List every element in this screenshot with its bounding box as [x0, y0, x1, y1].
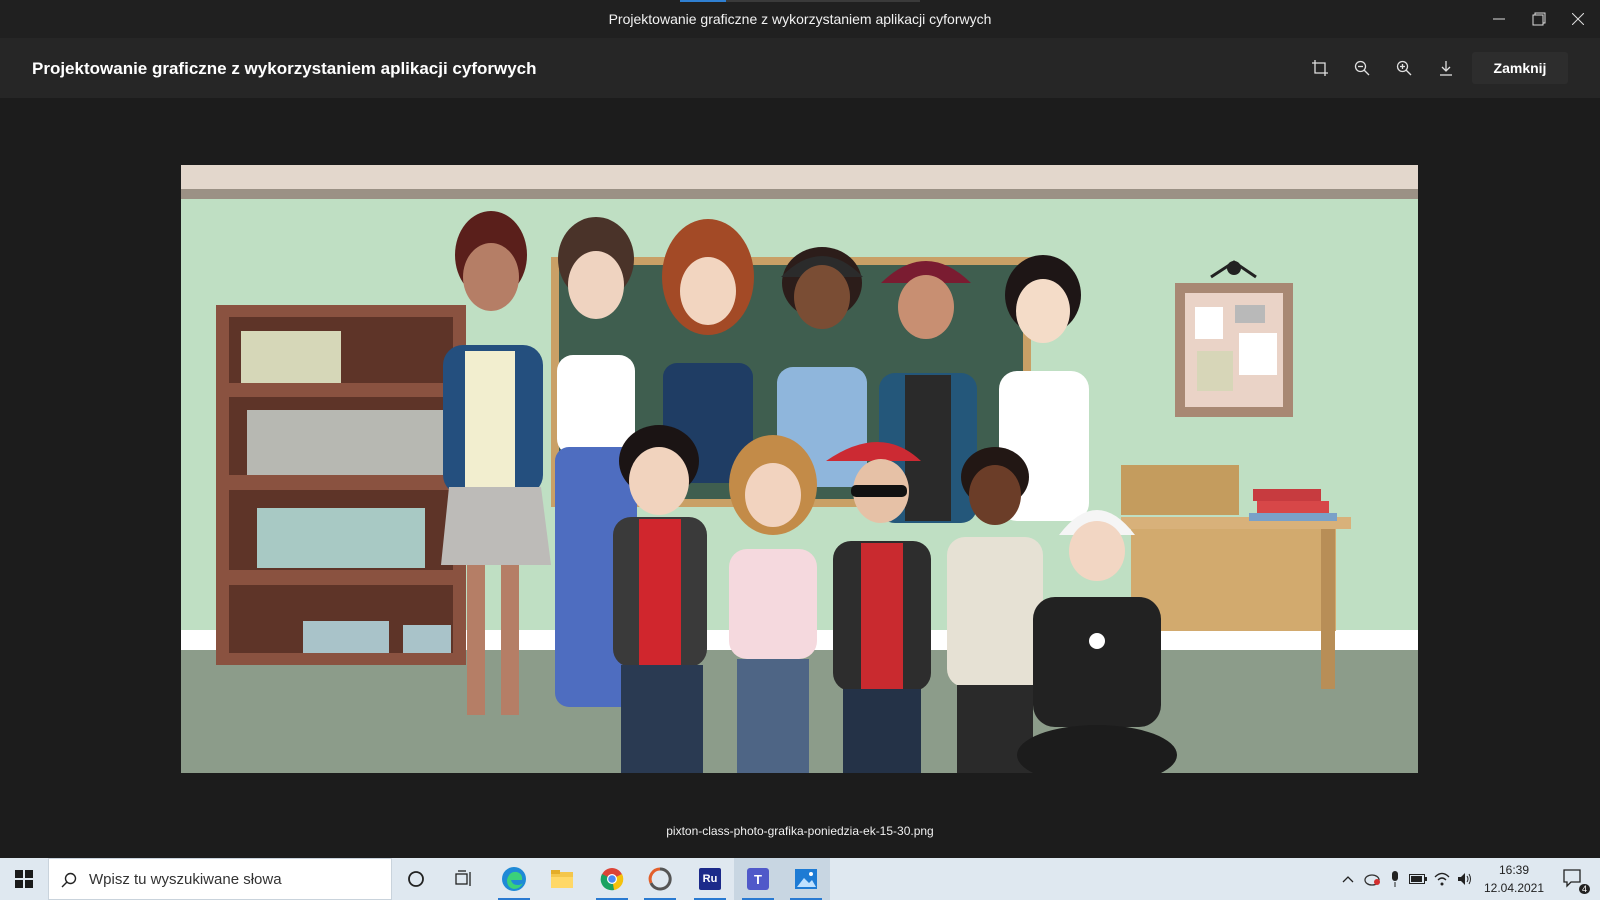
zoom-out-button[interactable] [1348, 54, 1376, 82]
clock-date: 12.04.2021 [1483, 881, 1545, 895]
tray-app-button[interactable] [1360, 858, 1384, 900]
zoom-out-icon [1354, 60, 1370, 76]
speaker-icon [1458, 873, 1471, 885]
volume-button[interactable] [1454, 858, 1476, 900]
taskbar-clock[interactable]: 16:39 12.04.2021 [1476, 861, 1552, 897]
teams-taskbar-button[interactable]: T [734, 858, 782, 900]
titlebar-accent [680, 0, 920, 2]
cloud-icon [1364, 874, 1380, 886]
start-button[interactable] [0, 858, 48, 900]
edge-taskbar-button[interactable] [490, 858, 538, 900]
teams-icon: T [747, 868, 769, 890]
download-icon [1440, 61, 1452, 76]
ru-app-icon: Ru [699, 868, 721, 890]
clock-time: 16:39 [1498, 863, 1530, 877]
app-taskbar-button[interactable] [636, 858, 684, 900]
file-explorer-icon [551, 870, 573, 888]
edge-icon [502, 867, 526, 891]
notification-count: 4 [1578, 884, 1590, 894]
file-explorer-taskbar-button[interactable] [538, 858, 586, 900]
crop-button[interactable] [1306, 54, 1334, 82]
search-icon [61, 872, 77, 888]
windows-taskbar: Wpisz tu wyszukiwane słowa Ru T 16:39 12… [0, 858, 1600, 900]
zoom-in-button[interactable] [1390, 54, 1418, 82]
ru-app-taskbar-button[interactable]: Ru [686, 858, 734, 900]
crop-icon [1312, 60, 1328, 76]
microphone-icon [1392, 871, 1398, 887]
restore-icon [1532, 12, 1546, 26]
chrome-taskbar-button[interactable] [588, 858, 636, 900]
zoom-in-icon [1396, 60, 1412, 76]
window-close-button[interactable] [1556, 0, 1600, 38]
task-view-icon [455, 870, 471, 886]
chevron-up-icon [1342, 876, 1354, 883]
close-viewer-button[interactable]: Zamknij [1472, 52, 1568, 84]
minimize-icon [1493, 18, 1505, 20]
wifi-icon [1434, 872, 1450, 886]
action-center-button[interactable]: 4 [1552, 858, 1596, 900]
battery-button[interactable] [1406, 858, 1430, 900]
window-titlebar: Projektowanie graficzne z wykorzystaniem… [0, 0, 1600, 38]
microphone-button[interactable] [1384, 858, 1406, 900]
cortana-button[interactable] [392, 858, 440, 900]
battery-icon [1409, 874, 1427, 884]
cortana-icon [408, 871, 424, 887]
app-icon [648, 867, 672, 891]
show-hidden-icons-button[interactable] [1336, 858, 1360, 900]
viewer-toolbar: Projektowanie graficzne z wykorzystaniem… [0, 38, 1600, 98]
windows-logo-icon [15, 870, 33, 888]
close-icon [1572, 13, 1584, 25]
search-placeholder: Wpisz tu wyszukiwane słowa [89, 871, 282, 888]
taskbar-search-box[interactable]: Wpisz tu wyszukiwane słowa [48, 858, 392, 900]
window-title: Projektowanie graficzne z wykorzystaniem… [608, 11, 992, 27]
photos-taskbar-button[interactable] [782, 858, 830, 900]
photos-icon [795, 869, 817, 889]
chrome-icon [600, 868, 624, 891]
network-button[interactable] [1430, 858, 1454, 900]
document-title: Projektowanie graficzne z wykorzystaniem… [32, 59, 537, 78]
download-button[interactable] [1432, 54, 1460, 82]
image-filename: pixton-class-photo-grafika-poniedzia-ek-… [666, 824, 934, 838]
task-view-button[interactable] [440, 858, 488, 900]
class-photo-image [181, 165, 1418, 773]
